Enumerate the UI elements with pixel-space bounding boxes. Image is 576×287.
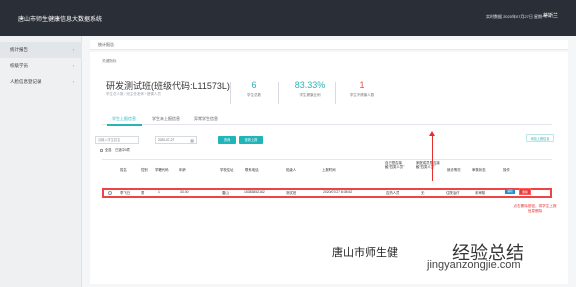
cell-family-contact: 无 <box>421 191 425 195</box>
cell-phone: 15383852162 <box>244 190 265 194</box>
metric-label: 学生总数 <box>247 93 261 97</box>
chevron-right-icon: › <box>72 63 74 68</box>
column-header: 年龄 <box>179 168 186 172</box>
column-header: 班级人 <box>286 168 297 172</box>
select-all-checkbox[interactable] <box>100 148 103 152</box>
column-header: 审核状态 <box>472 168 486 172</box>
divider <box>230 82 231 104</box>
row-checkbox[interactable] <box>108 191 112 195</box>
column-header: 姓名 <box>120 168 127 172</box>
metric-total-students: 6 学生总数 <box>235 80 273 106</box>
app-title: 唐山市师生健康信息大数据系统 <box>18 17 103 23</box>
screen: 唐山市师生健康信息大数据系统 实时数据 2020年07月27日 星期一 蒂斯兰 … <box>0 0 576 287</box>
breadcrumb: 关键指标 <box>102 59 117 63</box>
sidebar-item-label: 人脸信息登记录 <box>10 79 42 84</box>
metric-label: 学生不健康人数 <box>349 93 375 97</box>
sidebar: 统计报告 › 校级学员 › 人脸信息登记录 › <box>0 36 82 287</box>
sidebar-item-face[interactable]: 人脸信息登记录 › <box>0 74 82 90</box>
annotation-arrow <box>429 131 435 181</box>
tab-reported[interactable]: 学生上报信息 <box>112 116 136 122</box>
user-menu[interactable]: 蒂斯兰 <box>543 12 558 19</box>
search-button[interactable]: 查询 <box>218 136 236 144</box>
column-header: 就诊情况 <box>447 168 461 172</box>
cell-status: 未审核 <box>475 191 486 195</box>
active-tab-indicator <box>107 124 142 126</box>
calendar-icon: ▦ <box>190 138 194 143</box>
divider <box>278 82 279 104</box>
tab-unreported[interactable]: 学生未上报信息 <box>152 116 180 122</box>
chevron-right-icon: › <box>72 47 74 52</box>
column-header: 学校住址 <box>220 168 234 172</box>
student-table: 姓名 性别 学籍代码 年龄 学校住址 联系电话 班级人 上报时间 自己是否接触"… <box>102 159 552 207</box>
metric-unhealthy-count: 1 学生不健康人数 <box>343 80 381 106</box>
divider <box>335 82 336 104</box>
chevron-right-icon: › <box>72 79 74 84</box>
top-status: 实时数据 2020年07月27日 星期一 <box>485 14 546 19</box>
column-header: 上报时间 <box>322 168 336 172</box>
student-search-input[interactable]: 请输入学生姓名 <box>95 136 139 144</box>
watermark: 唐山市师生健 经验总结 jingyanzongjie.com <box>332 239 576 271</box>
selection-summary: 全选 已选中0项 <box>100 147 130 152</box>
metric-label: 学生健康比例 <box>299 93 321 97</box>
date-picker[interactable]: 2020-07-27 ▦ <box>155 136 197 144</box>
class-subtitle: 学生总人数 / 班主任老师 / 授课人员 <box>106 92 161 96</box>
select-all-label: 全选 <box>104 148 112 152</box>
edit-button[interactable]: 编辑 <box>505 189 515 194</box>
cell-code: 1 <box>158 190 160 194</box>
date-value: 2020-07-27 <box>158 138 175 142</box>
metric-value: 83.33% <box>294 80 326 90</box>
tab-bar: 统计报告 <box>90 40 568 50</box>
tab-report[interactable]: 统计报告 <box>98 42 114 48</box>
top-bar: 唐山市师生健康信息大数据系统 实时数据 2020年07月27日 星期一 蒂斯兰 <box>0 0 576 36</box>
cell-self-contact: 否热人员 <box>386 191 400 195</box>
subtabs: 学生上报信息 学生未上报信息 异常学生信息 <box>102 115 552 126</box>
column-header: 联系电话 <box>245 168 259 172</box>
cell-address: 唐山 <box>222 191 229 195</box>
metric-value: 1 <box>359 80 365 90</box>
cell-reported-at: 2020/07/27 8:08:52 <box>323 190 353 194</box>
metric-health-rate: 83.33% 学生健康比例 <box>286 80 334 106</box>
column-header: 性别 <box>141 168 148 172</box>
sidebar-item-label: 校级学员 <box>10 63 28 68</box>
column-header: 学籍代码 <box>155 168 169 172</box>
watermark-url: jingyanzongjie.com <box>427 259 521 271</box>
add-report-button[interactable]: 添加上报信息 <box>526 134 554 142</box>
column-header: 操作 <box>503 168 510 172</box>
sidebar-item-school[interactable]: 校级学员 › <box>0 58 82 74</box>
metric-value: 6 <box>251 80 257 90</box>
sidebar-item-label: 统计报告 <box>10 47 28 52</box>
cell-age: 33.00 <box>180 190 189 194</box>
column-header: 家庭成员是否接触"四类人员" <box>416 161 440 169</box>
cell-medical: 住院治疗 <box>446 191 460 195</box>
selection-count: 已选中0项 <box>115 148 130 152</box>
cell-class-person: 测试班 <box>286 191 297 195</box>
annotation-note: 点击删除按钮，将学生上报信息删除 <box>513 204 557 213</box>
watermark-left-text: 唐山市师生健 <box>332 247 398 259</box>
delete-button[interactable]: 删除 <box>519 188 531 195</box>
column-header: 自己是否接触"四类人员" <box>385 161 405 169</box>
view-report-button[interactable]: 查看上报 <box>239 136 263 144</box>
sidebar-item-report[interactable]: 统计报告 › <box>0 42 82 58</box>
cell-gender: 男 <box>141 191 145 195</box>
tab-abnormal[interactable]: 异常学生信息 <box>194 116 218 122</box>
cell-name: 李飞日 <box>120 191 131 195</box>
class-title: 研发测试班(班级代码:L11573L) <box>106 81 230 91</box>
